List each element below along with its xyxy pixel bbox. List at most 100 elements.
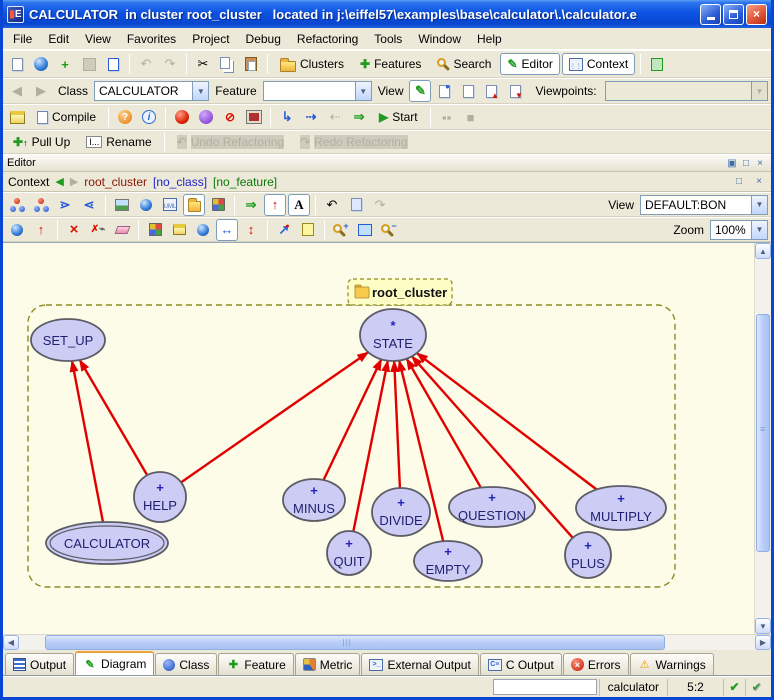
text-view-icon[interactable]: ✎ [409,80,431,102]
undock-icon[interactable]: ▣ [725,157,739,170]
editor-toggle-button[interactable]: ✎Editor [500,53,559,75]
diagram-canvas[interactable]: root_clusterSET_UP*STATE+HELPCALCULATOR+… [3,243,754,634]
tab-errors[interactable]: ×Errors [563,653,629,675]
context-class[interactable]: [no_class] [153,175,207,189]
uml-view-icon[interactable]: UML [159,194,181,216]
diagram-history-icon[interactable] [345,194,367,216]
class-tree-icon[interactable] [6,194,28,216]
vertical-scroll-thumb[interactable] [756,314,770,552]
chevron-down-icon[interactable]: ▼ [751,221,767,239]
debug-restart-icon[interactable] [195,106,217,128]
inheritance-links-icon[interactable]: ↑ [264,194,286,216]
title-bar[interactable]: ▮E CALCULATOR in cluster root_cluster lo… [3,0,771,28]
context-feature[interactable]: [no_feature] [213,175,277,189]
horizontal-scroll-thumb[interactable] [45,635,665,650]
new-inheritance-icon[interactable]: ↑ [30,219,52,241]
tab-output[interactable]: Output [5,653,74,675]
class-node-minus[interactable]: +MINUS [283,479,345,521]
interface-view-icon[interactable]: ▼ [505,80,527,102]
context-forward-icon[interactable]: ▶ [70,175,78,188]
context-toggle-button[interactable]: ⋮⋮Context [562,53,635,75]
class-node-divide[interactable]: +DIVIDE [372,488,430,536]
link-tool-icon[interactable]: ↗● [273,219,295,241]
chevron-down-icon[interactable]: ▼ [192,82,208,100]
pause-icon[interactable]: ▪▪ [436,106,458,128]
maximize-pane-icon[interactable]: □ [739,157,753,170]
chevron-down-icon[interactable]: ▼ [751,196,767,214]
step-into-icon[interactable]: ↳ [276,106,298,128]
class-node-quit[interactable]: +QUIT [327,531,371,575]
new-window-icon[interactable]: + [54,53,76,75]
external-editor-icon[interactable] [646,53,668,75]
close-pane-icon[interactable]: × [753,157,767,170]
add-note-icon[interactable] [297,219,319,241]
diagram-view-combo[interactable]: DEFAULT:BON▼ [640,195,768,215]
step-over-icon[interactable]: ⇢ [300,106,322,128]
close-pane-icon[interactable]: × [752,175,766,188]
class-node-set_up[interactable]: SET_UP [31,319,105,361]
menu-help[interactable]: Help [469,30,510,48]
undo-icon[interactable]: ↶ [135,53,157,75]
zoom-fit-icon[interactable] [354,219,376,241]
compile-help-icon[interactable]: ? [114,106,136,128]
inheritance-arrow-help-to-state[interactable] [181,352,368,482]
new-file-icon[interactable] [6,53,28,75]
debug-stop-icon[interactable]: ⊘ [219,106,241,128]
color-settings-icon[interactable] [144,219,166,241]
start-button[interactable]: ▶Start [372,106,425,128]
new-class-icon[interactable] [6,219,28,241]
maximize-pane-icon[interactable]: □ [732,175,746,188]
menu-refactoring[interactable]: Refactoring [289,30,366,48]
menu-file[interactable]: File [5,30,40,48]
tab-metric[interactable]: Metric [295,653,361,675]
menu-project[interactable]: Project [184,30,237,48]
scroll-down-icon[interactable]: ▼ [755,618,771,634]
history-forward-icon[interactable]: ▶ [30,80,52,102]
menu-edit[interactable]: Edit [40,30,77,48]
tab-feature[interactable]: ✚Feature [218,653,293,675]
class-node-state[interactable]: *STATE [360,309,426,361]
class-node-multiply[interactable]: +MULTIPLY [576,486,666,530]
copy-icon[interactable] [216,53,238,75]
context-cluster[interactable]: root_cluster [84,175,147,189]
zoom-out-icon[interactable]: − [378,219,400,241]
tab-c-output[interactable]: C≡C Output [480,653,562,675]
scroll-left-icon[interactable]: ◀ [3,635,19,650]
menu-window[interactable]: Window [410,30,469,48]
web-output-icon[interactable] [135,194,157,216]
class-view-icon[interactable] [207,194,229,216]
redo-icon[interactable]: ↷ [159,53,181,75]
history-back-icon[interactable]: ◀ [6,80,28,102]
menu-view[interactable]: View [77,30,119,48]
contract-view-icon[interactable]: ▲ [481,80,503,102]
minimize-button[interactable] [700,4,721,25]
class-node-plus[interactable]: +PLUS [565,532,611,578]
rotate-icon[interactable] [168,219,190,241]
clusters-button[interactable]: Clusters [273,53,351,75]
close-button[interactable]: × [746,4,767,25]
tab-diagram[interactable]: ✎Diagram [75,651,154,675]
cut-icon[interactable]: ✂ [192,53,214,75]
supplier-links-icon[interactable]: ⋗ [54,194,76,216]
chevron-down-icon[interactable]: ▼ [355,82,371,100]
maximize-button[interactable] [723,4,744,25]
paste-icon[interactable] [240,53,262,75]
anchor-delete-icon[interactable]: ✗⌁ [87,219,109,241]
cluster-tag[interactable]: root_cluster [348,279,452,305]
eraser-icon[interactable] [111,219,133,241]
inheritance-arrow-divide-to-state[interactable] [394,361,400,488]
compile-button[interactable]: Compile [30,106,103,128]
context-back-icon[interactable]: ◀ [55,175,63,188]
rename-button[interactable]: I...Rename [79,131,158,153]
delete-icon[interactable]: × [63,219,85,241]
labels-toggle-icon[interactable]: A [288,194,310,216]
export-image-icon[interactable] [111,194,133,216]
project-settings-icon[interactable] [6,106,28,128]
tab-external-output[interactable]: >_External Output [361,653,478,675]
feature-combo[interactable]: ▼ [263,81,372,101]
features-button[interactable]: ✚Features [353,53,428,75]
menu-debug[interactable]: Debug [238,30,289,48]
undo-refactoring-button[interactable]: ↶Undo Refactoring [170,131,291,153]
cluster-tree-icon[interactable] [30,194,52,216]
menu-favorites[interactable]: Favorites [119,30,184,48]
